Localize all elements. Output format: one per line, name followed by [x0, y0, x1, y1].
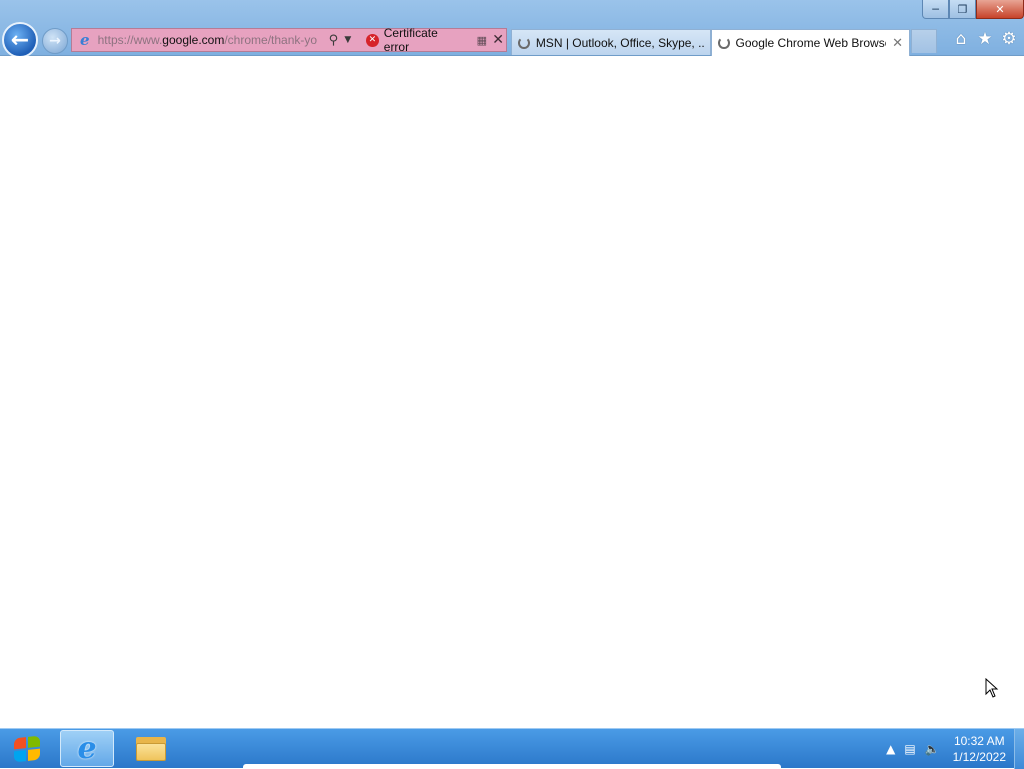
restore-icon: ❐	[957, 2, 968, 16]
chevron-down-icon[interactable]: ▼	[344, 35, 356, 45]
page-content[interactable]	[0, 56, 1024, 728]
stop-icon[interactable]: ✕	[492, 32, 506, 48]
mouse-cursor-icon	[985, 678, 999, 698]
window-caption-buttons: ─ ❐ ✕	[922, 0, 1024, 20]
tab-label: Google Chrome Web Browser	[735, 36, 887, 50]
network-icon[interactable]: ▤	[904, 742, 915, 756]
restore-button[interactable]: ❐	[949, 0, 976, 19]
minimize-button[interactable]: ─	[922, 0, 949, 19]
windows-logo-icon	[14, 735, 40, 763]
taskbar-file-explorer[interactable]	[124, 730, 178, 767]
forward-button[interactable]: →	[42, 28, 68, 54]
home-icon[interactable]: ⌂	[952, 29, 970, 49]
new-tab-button[interactable]	[911, 29, 937, 53]
close-icon: ✕	[995, 2, 1005, 16]
search-icon[interactable]: ⚲	[329, 33, 345, 48]
show-hidden-icons-icon[interactable]: ▲	[886, 742, 895, 756]
internet-explorer-icon: e	[77, 731, 97, 766]
taskbar: e ▲ ▤ 🔈 10:32 AM 1/12/2022	[0, 728, 1024, 769]
back-button[interactable]: ←	[2, 22, 38, 58]
compatibility-view-icon[interactable]: ▦	[477, 34, 491, 47]
gear-icon[interactable]: ⚙	[1000, 29, 1018, 49]
loading-spinner-icon	[718, 37, 730, 49]
clock-time: 10:32 AM	[953, 734, 1005, 748]
url-field[interactable]: https://www.google.com/chrome/thank-yo	[98, 33, 325, 47]
show-desktop-button[interactable]	[1014, 729, 1024, 769]
taskbar-thumbnail-preview	[243, 764, 781, 768]
forward-arrow-icon: →	[49, 33, 61, 49]
clock[interactable]: 10:32 AM 1/12/2022	[953, 733, 1006, 765]
url-prefix: https://www.	[97, 33, 163, 47]
star-icon[interactable]: ★	[976, 29, 994, 49]
close-window-button[interactable]: ✕	[976, 0, 1024, 19]
certificate-error-button[interactable]: ✕ Certificate error	[362, 26, 469, 54]
close-tab-icon[interactable]: ✕	[892, 35, 903, 51]
certificate-error-label: Certificate error	[383, 26, 438, 54]
system-tray: ▲ ▤ 🔈 10:32 AM 1/12/2022	[886, 729, 1024, 769]
minimize-icon: ─	[932, 2, 939, 16]
tab-label: MSN | Outlook, Office, Skype, ...	[535, 35, 704, 50]
folder-icon	[136, 736, 166, 761]
loading-spinner-icon	[518, 36, 530, 49]
back-arrow-icon: ←	[10, 27, 30, 53]
url-host: google.com	[162, 33, 225, 47]
taskbar-internet-explorer[interactable]: e	[60, 730, 114, 767]
start-button[interactable]	[0, 729, 54, 769]
ie-page-icon: e	[80, 31, 90, 49]
tab-msn[interactable]: MSN | Outlook, Office, Skype, ...	[511, 29, 711, 55]
browser-frame: ─ ❐ ✕ ← → e https://www.google.com/chrom…	[0, 0, 1024, 58]
tab-google-chrome[interactable]: Google Chrome Web Browser ✕	[711, 29, 910, 56]
volume-icon[interactable]: 🔈	[925, 742, 940, 756]
address-bar[interactable]: e https://www.google.com/chrome/thank-yo…	[71, 26, 507, 54]
clock-date: 1/12/2022	[952, 750, 1006, 764]
url-suffix: /chrome/thank-yo	[224, 33, 318, 47]
command-toolbar: ⌂ ★ ⚙	[952, 29, 1018, 49]
error-icon: ✕	[366, 33, 379, 47]
